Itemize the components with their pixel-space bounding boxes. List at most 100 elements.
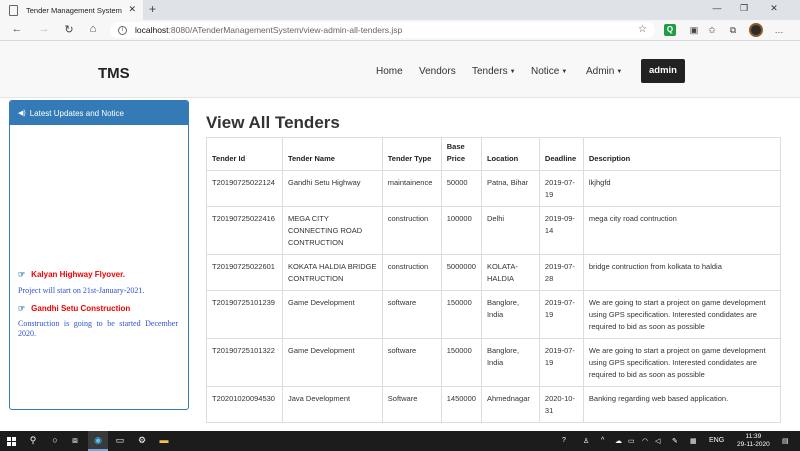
system-clock[interactable]: 11:39 29-11-2020 [737, 433, 770, 449]
restore-icon[interactable]: ❐ [737, 3, 751, 14]
tender-type-cell: Software [381, 386, 442, 423]
notice-panel-header: ◀) Latest Updates and Notice [10, 101, 188, 125]
chevron-up-icon[interactable]: ^ [601, 437, 604, 444]
column-header: Tender Name [281, 137, 383, 171]
location-cell: Banglore, India [480, 338, 540, 387]
brand-logo[interactable]: TMS [98, 65, 130, 82]
table-row: T20190725022601 KOKATA HALDIA BRIDGE CON… [206, 254, 782, 291]
tender-id-cell: T20190725101239 [206, 290, 283, 339]
location-cell: KOLATA-HALDIA [480, 254, 540, 291]
page-icon [9, 4, 18, 16]
base-price-cell: 150000 [440, 338, 482, 387]
notice-item: ☞ Kalyan Highway Flyover. Project will st… [18, 270, 178, 296]
network-icon[interactable]: ▦ [690, 437, 697, 445]
share-icon[interactable]: ⧉ [727, 24, 739, 36]
tender-name-cell: Game Development [281, 338, 383, 387]
table-row: T20190725022124 Gandhi Setu Highway main… [206, 170, 782, 207]
tender-name-cell: KOKATA HALDIA BRIDGE CONTRUCTION [281, 254, 383, 291]
tender-name-cell: Gandhi Setu Highway [281, 170, 383, 207]
tender-name-cell: Java Development [281, 386, 383, 423]
new-tab-icon[interactable]: + [149, 2, 156, 16]
tab-title: Tender Management System [26, 5, 122, 15]
home-icon[interactable]: ⌂ [86, 23, 100, 35]
wifi-icon[interactable]: ◠ [642, 437, 648, 445]
base-price-cell: 1450000 [440, 386, 482, 423]
table-row: T20190725101322 Game Development softwar… [206, 338, 782, 387]
nav-admin[interactable]: Admin ▼ [586, 66, 622, 77]
nav-tenders[interactable]: Tenders ▼ [472, 66, 516, 77]
chevron-down-icon: ▼ [509, 69, 516, 75]
collections-icon[interactable]: ▣ [688, 24, 700, 36]
browser-tab[interactable]: Tender Management System ✕ [0, 0, 143, 20]
notice-panel: ◀) Latest Updates and Notice ☞ Kalyan Hig… [9, 100, 189, 410]
description-cell: bridge contruction from kolkata to haldi… [582, 254, 782, 291]
base-price-cell: 5000000 [440, 254, 482, 291]
column-header: Description [582, 137, 782, 171]
forward-icon[interactable]: → [37, 23, 51, 35]
admin-button[interactable]: admin [641, 59, 685, 83]
notice-text: Construction is going to be started Dece… [18, 319, 178, 338]
column-header: Location [480, 137, 540, 171]
search-icon[interactable]: ⚲ [26, 435, 40, 446]
chevron-down-icon: ▼ [616, 69, 623, 75]
url-text[interactable]: localhost:8080/ATenderManagementSystem/v… [135, 25, 402, 35]
nav-home[interactable]: Home [376, 66, 403, 77]
nav-notice[interactable]: Notice ▼ [531, 66, 567, 77]
chevron-down-icon: ▼ [561, 69, 568, 75]
deadline-cell: 2019-07-28 [538, 254, 584, 291]
refresh-icon[interactable]: ↻ [62, 23, 76, 36]
table-row: T20190725101239 Game Development softwar… [206, 290, 782, 339]
tender-type-cell: software [381, 338, 442, 387]
os-taskbar: ⚲ ○ ⧈ ◉ ▭ ⚙ ▬ ? ♙ ^ ☁ ▭ ◠ ◁ ✎ ▦ ENG 11:3… [0, 431, 800, 451]
tender-name-cell: Game Development [281, 290, 383, 339]
notice-title: Gandhi Setu Construction [31, 304, 131, 313]
back-icon[interactable]: ← [10, 23, 24, 35]
favorite-star-icon[interactable]: ☆ [638, 24, 647, 35]
description-cell: lkjhgfd [582, 170, 782, 207]
tender-id-cell: T20190725101322 [206, 338, 283, 387]
deadline-cell: 2020-10-31 [538, 386, 584, 423]
column-header: Tender Type [381, 137, 442, 171]
base-price-cell: 50000 [440, 170, 482, 207]
help-icon[interactable]: ? [562, 437, 566, 444]
file-explorer-icon[interactable]: ▬ [157, 435, 171, 445]
close-tab-icon[interactable]: ✕ [128, 4, 136, 15]
more-menu-icon[interactable]: … [773, 24, 785, 36]
windows-start-icon[interactable] [7, 437, 16, 446]
language-indicator[interactable]: ENG [709, 437, 724, 444]
settings-gear-icon[interactable]: ⚙ [135, 435, 149, 446]
location-cell: Banglore, India [480, 290, 540, 339]
cloud-icon[interactable]: ☁ [615, 437, 622, 445]
clock-time: 11:39 [745, 433, 762, 440]
profile-avatar[interactable] [749, 23, 763, 37]
browser-toolbar: ← → ↻ ⌂ i localhost:8080/ATenderManageme… [0, 20, 800, 41]
pointing-hand-icon: ☞ [18, 270, 26, 279]
volume-icon[interactable]: ◁ [655, 437, 660, 445]
description-cell: Banking regarding web based application. [582, 386, 782, 423]
task-view-icon[interactable]: ⧈ [68, 435, 82, 446]
tender-id-cell: T20190725022124 [206, 170, 283, 207]
extension-q-icon[interactable]: Q [664, 24, 676, 36]
base-price-cell: 150000 [440, 290, 482, 339]
address-bar[interactable]: i localhost:8080/ATenderManagementSystem… [110, 22, 655, 38]
window-close-icon[interactable]: ✕ [767, 3, 781, 14]
notice-item: ☞ Gandhi Setu Construction Construction i… [18, 304, 178, 339]
favorites-icon[interactable]: ✩ [706, 24, 718, 36]
megaphone-icon: ◀) [18, 110, 26, 117]
table-row: T20190725022416 MEGA CITY CONNECTING ROA… [206, 206, 782, 255]
clock-date: 29-11-2020 [737, 441, 770, 448]
terminal-icon[interactable]: ▭ [113, 435, 127, 446]
base-price-cell: 100000 [440, 206, 482, 255]
tender-type-cell: construction [381, 206, 442, 255]
cortana-icon[interactable]: ○ [48, 435, 62, 445]
battery-icon[interactable]: ▭ [628, 437, 635, 445]
page-title: View All Tenders [206, 113, 340, 132]
nav-vendors[interactable]: Vendors [419, 66, 456, 77]
table-row: T20201020094530 Java Development Softwar… [206, 386, 782, 423]
deadline-cell: 2019-07-19 [538, 290, 584, 339]
minimize-icon[interactable]: — [710, 3, 724, 13]
people-icon[interactable]: ♙ [583, 437, 589, 445]
pen-icon[interactable]: ✎ [672, 437, 678, 445]
notifications-icon[interactable]: ▤ [782, 437, 789, 445]
site-info-icon[interactable]: i [118, 25, 127, 35]
